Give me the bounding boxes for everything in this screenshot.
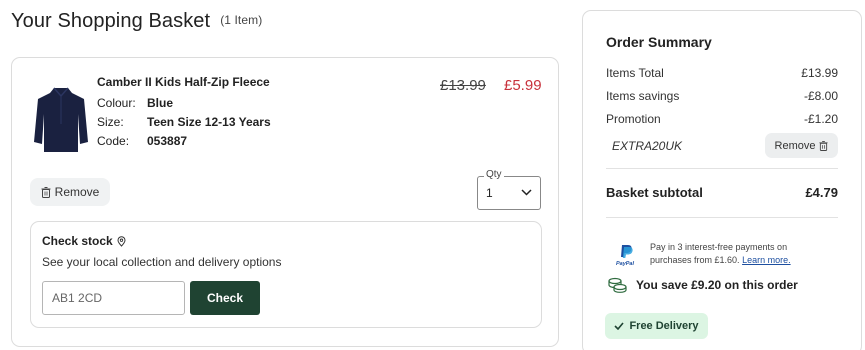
basket-subtotal-row: Basket subtotal £4.79 <box>606 185 838 200</box>
basket-title: Your Shopping Basket <box>11 10 211 32</box>
remove-promo-button[interactable]: Remove <box>765 133 838 158</box>
item-count: (1 Item) <box>220 13 263 27</box>
summary-divider <box>606 217 838 218</box>
order-summary-title: Order Summary <box>606 34 712 50</box>
items-total-value: £13.99 <box>801 66 838 80</box>
summary-divider <box>606 168 838 169</box>
quantity-select[interactable]: Qty 1 <box>477 169 541 210</box>
basket-subtotal-label: Basket subtotal <box>606 185 703 200</box>
check-stock-subtitle: See your local collection and delivery o… <box>42 255 282 269</box>
items-total-row: Items Total £13.99 <box>606 66 838 80</box>
sale-price: £5.99 <box>504 77 542 94</box>
items-total-label: Items Total <box>606 66 664 80</box>
promotion-row: Promotion -£1.20 <box>606 112 838 126</box>
savings-note-text: You save £9.20 on this order <box>636 278 798 292</box>
remove-item-button[interactable]: Remove <box>30 178 110 206</box>
product-name[interactable]: Camber II Kids Half-Zip Fleece <box>97 75 270 89</box>
colour-label: Colour: <box>97 96 136 110</box>
items-savings-row: Items savings -£8.00 <box>606 89 838 103</box>
promotion-value: -£1.20 <box>803 112 838 126</box>
original-price: £13.99 <box>440 77 486 94</box>
paypal-pay-in-3-message: Pay in 3 interest-free payments on purch… <box>650 241 820 267</box>
colour-row: Colour: Blue <box>97 96 173 110</box>
code-label: Code: <box>97 134 130 148</box>
remove-promo-label: Remove <box>774 139 816 152</box>
items-savings-label: Items savings <box>606 89 680 103</box>
paypal-learn-more-link[interactable]: Learn more. <box>742 255 791 265</box>
svg-text:PayPal: PayPal <box>616 261 635 267</box>
basket-item-card: Camber II Kids Half-Zip Fleece Colour: Bl… <box>11 57 559 347</box>
coins-icon <box>608 277 627 293</box>
remove-item-label: Remove <box>54 185 100 199</box>
free-delivery-label: Free Delivery <box>629 320 699 332</box>
savings-note: You save £9.20 on this order <box>608 277 798 293</box>
location-pin-icon <box>117 235 126 247</box>
chevron-down-icon <box>521 189 532 196</box>
order-summary-panel: Order Summary Items Total £13.99 Items s… <box>582 10 862 350</box>
promo-code: EXTRA20UK <box>612 139 683 153</box>
checkmark-icon <box>614 322 625 330</box>
paypal-logo-icon: PayPal <box>616 245 635 267</box>
basket-subtotal-value: £4.79 <box>805 185 838 200</box>
postcode-input[interactable] <box>42 281 185 315</box>
check-stock-panel: Check stock See your local collection an… <box>30 221 542 328</box>
promotion-label: Promotion <box>606 112 661 126</box>
check-stock-button[interactable]: Check <box>190 281 260 315</box>
page-title: Your Shopping Basket (1 Item) <box>11 10 262 33</box>
code-row: Code: 053887 <box>97 134 187 148</box>
qty-label: Qty <box>484 169 504 180</box>
promo-code-row: EXTRA20UK <box>612 139 732 153</box>
size-value: Teen Size 12-13 Years <box>147 115 271 129</box>
colour-value: Blue <box>147 96 174 110</box>
size-label: Size: <box>97 115 124 129</box>
free-delivery-badge: Free Delivery <box>605 313 708 339</box>
trash-icon <box>41 186 51 198</box>
qty-value: 1 <box>486 186 493 200</box>
code-value: 053887 <box>147 134 188 148</box>
navy-fleece-jacket-image[interactable] <box>32 84 90 154</box>
size-row: Size: Teen Size 12-13 Years <box>97 115 271 129</box>
check-stock-title: Check stock <box>42 234 113 248</box>
trash-icon <box>819 140 829 151</box>
items-savings-value: -£8.00 <box>803 89 838 103</box>
check-stock-heading: Check stock <box>42 234 126 248</box>
